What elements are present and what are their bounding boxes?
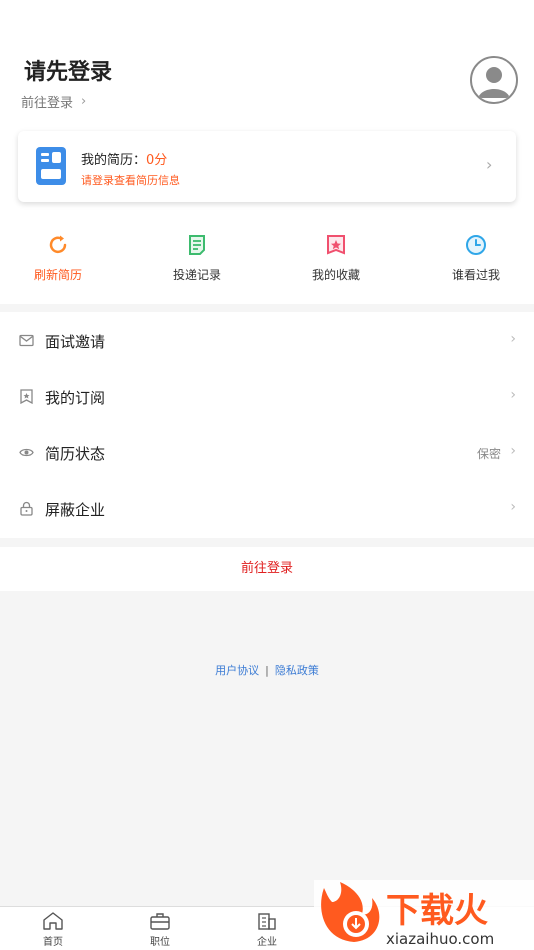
- resume-score-line: 我的简历：0分: [81, 149, 167, 168]
- resume-icon: [36, 147, 66, 185]
- quick-action-label: 投递记录: [172, 268, 221, 282]
- chevron-right-icon: ›: [510, 499, 516, 515]
- quick-action-label: 谁看过我: [451, 268, 500, 282]
- privacy-policy-link[interactable]: 隐私政策: [275, 664, 319, 677]
- quick-action-label: 刷新简历: [33, 268, 82, 282]
- chevron-right-icon: ›: [510, 387, 516, 403]
- user-agreement-link[interactable]: 用户协议: [215, 664, 259, 677]
- menu-item-label: 屏蔽企业: [45, 501, 106, 519]
- clock-icon: [466, 235, 486, 255]
- chevron-right-icon: ›: [510, 331, 516, 347]
- page-title: 请先登录: [24, 60, 113, 85]
- resume-status-value: 保密: [476, 447, 501, 461]
- user-avatar-icon[interactable]: [470, 56, 518, 104]
- menu-item-my-subscriptions[interactable]: 我的订阅 ›: [0, 368, 534, 424]
- resume-score: 0分: [146, 153, 168, 168]
- watermark-logo: 下载火 xiazaihuo.com: [314, 880, 534, 950]
- building-icon: [258, 913, 276, 930]
- watermark-brand: 下载火: [386, 891, 488, 931]
- quick-action-label: 我的收藏: [311, 268, 360, 282]
- watermark-url: xiazaihuo.com: [386, 930, 494, 948]
- quick-action-refresh-resume[interactable]: 刷新简历: [8, 234, 108, 294]
- resume-label: 我的简历：: [81, 153, 147, 168]
- resume-card[interactable]: 我的简历：0分 请登录查看简历信息 ›: [18, 131, 516, 202]
- tab-jobs[interactable]: 职位: [130, 911, 190, 948]
- document-icon: [189, 235, 205, 255]
- chevron-right-icon: ›: [510, 443, 516, 459]
- quick-action-my-favorites[interactable]: 我的收藏: [286, 234, 386, 294]
- menu-item-label: 面试邀请: [45, 333, 106, 351]
- footer-links: 用户协议 | 隐私政策: [0, 662, 534, 678]
- tab-label: 企业: [257, 937, 277, 948]
- menu-item-block-companies[interactable]: 屏蔽企业 ›: [0, 480, 534, 536]
- settings-menu: 面试邀请 › 我的订阅 › 简历状态 保密 › 屏蔽企业 ›: [0, 312, 534, 538]
- tab-home[interactable]: 首页: [23, 911, 83, 948]
- link-separator: |: [265, 664, 269, 677]
- lock-icon: [20, 501, 33, 516]
- resume-hint: 请登录查看简历信息: [81, 174, 180, 187]
- menu-item-interview-invitations[interactable]: 面试邀请 ›: [0, 312, 534, 368]
- refresh-icon: [49, 235, 67, 254]
- chevron-right-icon: ›: [81, 94, 87, 109]
- briefcase-icon: [150, 913, 170, 930]
- menu-item-label: 我的订阅: [45, 389, 106, 407]
- home-icon: [43, 912, 63, 930]
- mail-icon: [19, 334, 34, 347]
- quick-action-delivery-record[interactable]: 投递记录: [147, 234, 247, 294]
- eye-icon: [19, 448, 34, 457]
- tab-companies[interactable]: 企业: [237, 911, 297, 948]
- chevron-right-icon: ›: [486, 155, 493, 174]
- quick-action-who-viewed-me[interactable]: 谁看过我: [426, 234, 526, 294]
- menu-item-label: 简历状态: [45, 445, 106, 463]
- menu-item-resume-status[interactable]: 简历状态 保密 ›: [0, 424, 534, 480]
- login-link[interactable]: 前往登录 ›: [21, 92, 86, 111]
- profile-header: 请先登录 前往登录 › 我的简历：0分 请登录查看简历信息 › 刷新简历 投递记…: [0, 0, 534, 304]
- tab-label: 职位: [150, 937, 170, 948]
- login-link-label: 前往登录: [21, 96, 74, 111]
- bookmark-star-icon: [327, 235, 345, 255]
- login-button[interactable]: 前往登录: [0, 547, 534, 591]
- bookmark-icon: [20, 389, 33, 404]
- tab-label: 首页: [43, 937, 63, 948]
